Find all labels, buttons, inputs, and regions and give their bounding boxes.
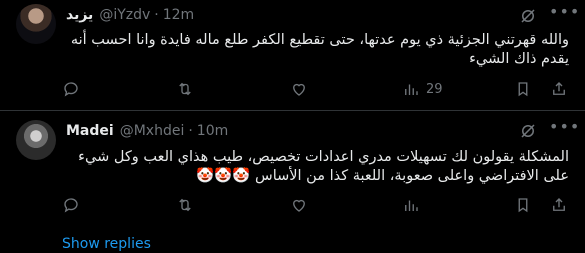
user-handle[interactable]: @iYzdv (99, 7, 150, 23)
reply-icon (64, 198, 78, 213)
reply-button[interactable] (62, 79, 80, 99)
views-count: 29 (426, 81, 443, 97)
reply-button[interactable] (62, 195, 80, 215)
share-button[interactable] (550, 79, 568, 99)
share-icon (553, 198, 565, 211)
display-name[interactable]: يزيد (66, 7, 93, 23)
retweet-icon (179, 82, 191, 96)
retweet-button[interactable] (176, 79, 194, 99)
show-replies-link[interactable]: Show replies (62, 236, 151, 252)
user-handle[interactable]: @Mxhdei (120, 123, 185, 139)
tweet[interactable]: يزيد @iYzdv · 12m ••• والله قهرتني الجزئ… (0, 0, 585, 110)
views-button[interactable]: 29 (402, 79, 443, 99)
tweet-text: والله قهرتني الجزئية ذي يوم عدتها، حتى ت… (70, 32, 569, 67)
display-name[interactable]: Madei (66, 123, 114, 139)
views-button[interactable] (402, 195, 426, 215)
tweet-actions (62, 195, 572, 215)
views-icon (405, 84, 418, 95)
avatar[interactable] (16, 120, 56, 160)
bookmark-button[interactable] (514, 79, 532, 99)
separator-dot: · (154, 7, 159, 23)
bookmark-icon (518, 82, 528, 97)
timestamp[interactable]: 10m (197, 123, 228, 139)
like-button[interactable] (290, 79, 308, 99)
bookmark-button[interactable] (514, 195, 532, 215)
tweet-text: المشكلة يقولون لك تسهيلات مدري اعدادات ت… (78, 149, 569, 184)
grok-icon[interactable] (519, 7, 537, 25)
like-icon (293, 83, 305, 96)
tweet-actions: 29 (62, 79, 572, 99)
separator-dot: · (188, 123, 193, 139)
tweet-header: Madei @Mxhdei · 10m (66, 121, 228, 141)
views-icon (405, 200, 418, 211)
bookmark-icon (518, 198, 528, 213)
reply-icon (64, 82, 78, 97)
grok-icon[interactable] (519, 122, 537, 140)
avatar[interactable] (16, 4, 56, 44)
like-button[interactable] (290, 195, 308, 215)
more-icon[interactable]: ••• (549, 4, 579, 23)
retweet-icon (179, 198, 191, 212)
more-icon[interactable]: ••• (549, 119, 579, 138)
share-icon (553, 82, 565, 95)
tweet-header: يزيد @iYzdv · 12m (66, 5, 194, 25)
share-button[interactable] (550, 195, 568, 215)
retweet-button[interactable] (176, 195, 194, 215)
timestamp[interactable]: 12m (163, 7, 194, 23)
like-icon (293, 199, 305, 212)
